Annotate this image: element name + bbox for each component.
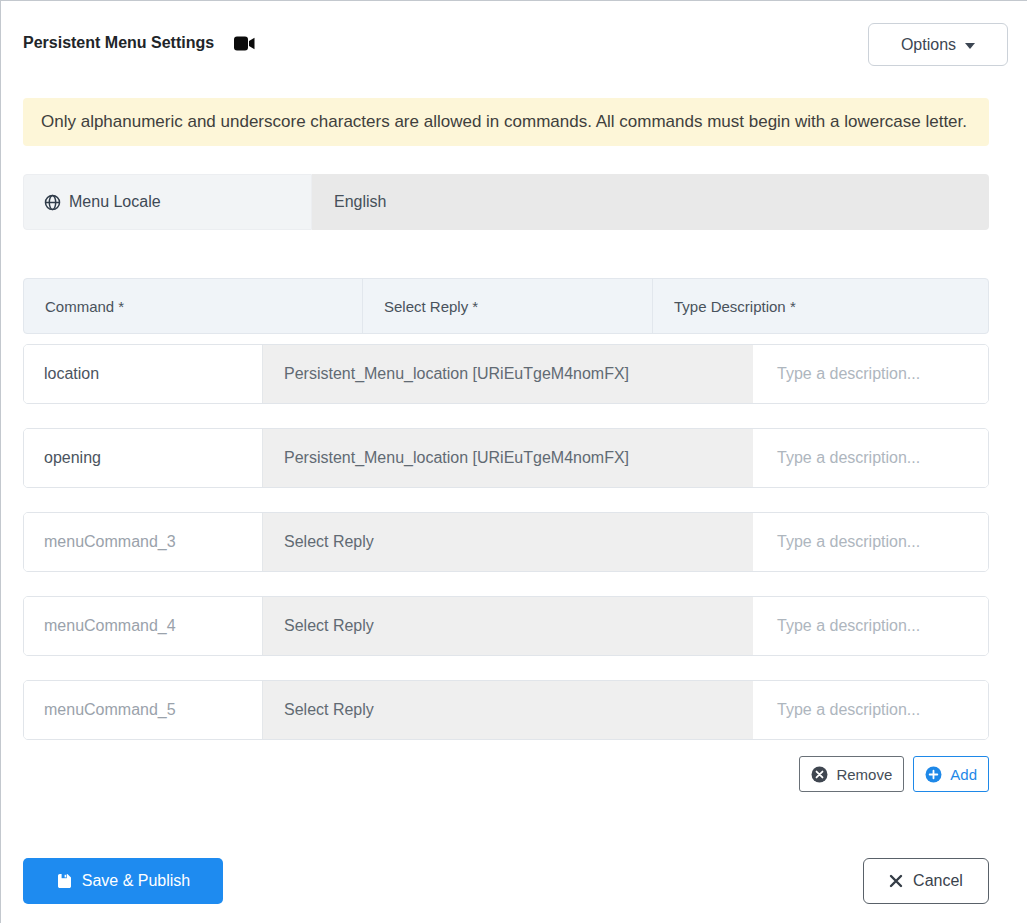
- add-button[interactable]: Add: [913, 756, 989, 792]
- description-input[interactable]: Type a description...: [753, 513, 988, 571]
- column-header-command: Command *: [24, 279, 363, 333]
- x-circle-icon: [811, 766, 828, 783]
- command-row: location Persistent_Menu_location [URiEu…: [23, 344, 989, 404]
- cancel-button[interactable]: Cancel: [863, 858, 989, 904]
- command-rows: location Persistent_Menu_location [URiEu…: [23, 344, 989, 740]
- command-input[interactable]: menuCommand_5: [24, 681, 263, 739]
- remove-button[interactable]: Remove: [799, 756, 904, 792]
- description-input[interactable]: Type a description...: [753, 597, 988, 655]
- footer: Save & Publish Cancel: [23, 858, 989, 904]
- command-input[interactable]: menuCommand_3: [24, 513, 263, 571]
- command-input[interactable]: opening: [24, 429, 263, 487]
- menu-locale-value[interactable]: English: [312, 174, 989, 230]
- command-row: menuCommand_5 Select Reply Type a descri…: [23, 680, 989, 740]
- card-header: Persistent Menu Settings Options: [1, 1, 1027, 98]
- command-row: menuCommand_3 Select Reply Type a descri…: [23, 512, 989, 572]
- command-row: opening Persistent_Menu_location [URiEuT…: [23, 428, 989, 488]
- save-publish-button[interactable]: Save & Publish: [23, 858, 223, 904]
- column-header-type-description: Type Description *: [653, 279, 988, 333]
- command-input[interactable]: location: [24, 345, 263, 403]
- plus-circle-icon: [925, 766, 942, 783]
- column-header-select-reply: Select Reply *: [363, 279, 653, 333]
- menu-locale-row: Menu Locale English: [23, 174, 989, 230]
- select-reply-dropdown[interactable]: Select Reply: [263, 597, 753, 655]
- command-row: menuCommand_4 Select Reply Type a descri…: [23, 596, 989, 656]
- alert-text: Only alphanumeric and underscore charact…: [41, 112, 967, 132]
- options-label: Options: [901, 36, 956, 54]
- select-reply-dropdown[interactable]: Select Reply: [263, 681, 753, 739]
- command-input[interactable]: menuCommand_4: [24, 597, 263, 655]
- description-input[interactable]: Type a description...: [753, 345, 988, 403]
- globe-icon: [44, 194, 61, 211]
- select-reply-dropdown[interactable]: Select Reply: [263, 513, 753, 571]
- persistent-menu-card: Persistent Menu Settings Options Only al…: [0, 0, 1027, 923]
- save-icon: [56, 873, 72, 889]
- alert-banner: Only alphanumeric and underscore charact…: [23, 98, 989, 146]
- options-button[interactable]: Options: [868, 23, 1008, 66]
- row-actions: Remove Add: [23, 756, 989, 792]
- page-title-text: Persistent Menu Settings: [23, 34, 214, 52]
- menu-locale-label: Menu Locale: [23, 174, 312, 230]
- description-input[interactable]: Type a description...: [753, 681, 988, 739]
- page-title: Persistent Menu Settings: [23, 34, 255, 52]
- caret-down-icon: [965, 43, 975, 49]
- x-icon: [889, 874, 903, 888]
- select-reply-dropdown[interactable]: Persistent_Menu_location [URiEuTgeM4nomF…: [263, 429, 753, 487]
- table-header: Command * Select Reply * Type Descriptio…: [23, 278, 989, 334]
- video-camera-icon: [234, 36, 255, 51]
- description-input[interactable]: Type a description...: [753, 429, 988, 487]
- select-reply-dropdown[interactable]: Persistent_Menu_location [URiEuTgeM4nomF…: [263, 345, 753, 403]
